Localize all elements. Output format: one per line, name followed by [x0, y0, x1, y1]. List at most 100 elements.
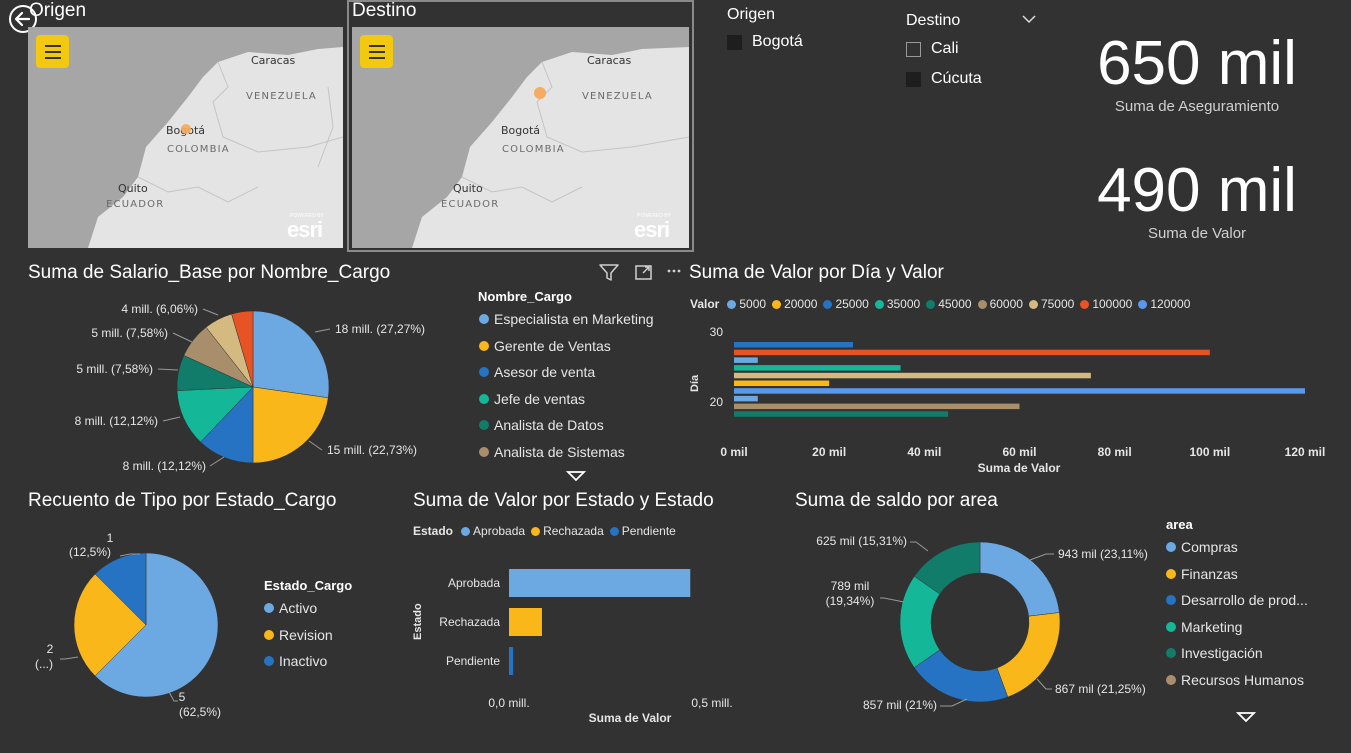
donut-area-slice-1[interactable]	[996, 612, 1061, 698]
bar-dia-legend-item[interactable]: 35000	[874, 297, 920, 311]
bar-dia-bar[interactable]	[734, 357, 758, 363]
donut-area-legend-label: Desarrollo de prod...	[1181, 592, 1308, 608]
donut-area-chart[interactable]: 943 mil (23,11%) 867 mil (21,25%) 857 mil …	[780, 518, 1160, 733]
map-origen-point[interactable]	[179, 122, 193, 136]
pie-salario-data-label: 18 mill. (27,27%)	[335, 322, 425, 336]
bar-estado-title: Suma de Valor por Estado y Estado	[413, 490, 714, 511]
checkbox-icon[interactable]	[727, 34, 742, 50]
bar-dia-bar[interactable]	[734, 342, 853, 348]
bar-dia-legend-item[interactable]: 120000	[1138, 297, 1190, 311]
donut-area-data-label: 857 mil (21%)	[863, 698, 937, 712]
bar-dia-legend-item[interactable]: 60000	[977, 297, 1023, 311]
slicer-destino-item-label: Cúcuta	[931, 70, 982, 87]
bar-dia-legend-item[interactable]: 100000	[1080, 297, 1132, 311]
legend-dot-icon	[479, 420, 489, 430]
bar-estado-legend-item[interactable]: Aprobada	[461, 524, 525, 538]
slicer-origen-title: Origen	[727, 6, 776, 23]
pie-salario-legend-label: Gerente de Ventas	[494, 337, 611, 354]
bar-dia-x-tick: 60 mil	[1002, 445, 1036, 459]
map-destino[interactable]: Caracas VENEZUELA Bogotá COLOMBIA Quito …	[352, 27, 689, 248]
pie-salario-legend-item[interactable]: Jefe de ventas	[479, 391, 585, 407]
pie-salario-slice-1[interactable]	[252, 386, 329, 464]
kpi-valor-label: Suma de Valor	[1147, 225, 1247, 242]
bar-estado-bar[interactable]	[509, 608, 542, 636]
legend-dot-icon	[479, 340, 489, 351]
bar-estado-bar[interactable]	[509, 647, 514, 675]
legend-dot-icon	[479, 446, 489, 457]
bar-dia-legend-item[interactable]: 25000	[823, 297, 869, 311]
pie-salario-legend-item[interactable]: Gerente de Ventas	[479, 338, 611, 354]
bar-dia-bar[interactable]	[734, 411, 949, 417]
bar-dia-legend-item[interactable]: 45000	[926, 297, 972, 311]
bar-dia-legend-item[interactable]: 20000	[772, 297, 817, 311]
more-options-icon[interactable]	[666, 267, 682, 275]
pie-estado-cargo-chart[interactable]: 5(62,5%) 2(...) 1(12,5%)	[0, 518, 260, 733]
pie-salario-legend-item[interactable]: Analista de Datos	[479, 417, 604, 433]
pie-estado-cargo-legend-item[interactable]: Inactivo	[264, 653, 327, 669]
donut-area-legend-item[interactable]: Desarrollo de prod...	[1166, 592, 1308, 608]
pie-salario-chart[interactable]: 18 mill. (27,27%) 15 mill. (22,73%) 8 mill…	[0, 290, 470, 480]
pie-salario-legend-label: Jefe de ventas	[494, 390, 586, 407]
donut-area-legend-item[interactable]: Recursos Humanos	[1166, 672, 1304, 688]
checkbox-icon[interactable]	[906, 71, 921, 87]
bar-dia-title: Suma de Valor por Día y Valor	[689, 262, 944, 283]
slicer-destino-item[interactable]: Cúcuta	[906, 70, 982, 88]
legend-dot-icon	[926, 299, 936, 309]
bar-dia-legend-item[interactable]: 5000	[727, 297, 766, 311]
map-origen[interactable]: Caracas VENEZUELA Bogotá COLOMBIA Quito …	[28, 27, 343, 248]
bar-estado-bar[interactable]	[509, 569, 691, 597]
focus-mode-icon[interactable]	[634, 263, 654, 281]
legend-dot-icon	[1166, 595, 1176, 605]
pie-salario-legend-item[interactable]: Asesor de venta	[479, 364, 595, 380]
donut-area-legend-item[interactable]: Finanzas	[1166, 566, 1238, 582]
slicer-destino-item[interactable]: Cali	[906, 40, 959, 58]
bar-estado-legend-item[interactable]: Pendiente	[609, 524, 676, 538]
checkbox-icon[interactable]	[906, 41, 921, 57]
bar-estado-legend-item[interactable]: Rechazada	[531, 524, 604, 538]
bar-estado-chart[interactable]: Aprobada Rechazada Pendiente Estado 0,0 mill…	[405, 545, 765, 730]
map-destino-menu-button[interactable]	[360, 35, 393, 68]
legend-dot-icon	[1166, 621, 1176, 632]
donut-area-legend-item[interactable]: Investigación	[1166, 645, 1263, 661]
bar-dia-legend-label: 120000	[1150, 297, 1191, 311]
filter-icon[interactable]	[598, 262, 620, 282]
bar-dia-bar[interactable]	[734, 395, 758, 402]
legend-dot-icon	[823, 299, 833, 309]
pie-salario-leader-line	[157, 368, 179, 371]
bar-dia-legend-label: 25000	[835, 297, 869, 311]
bar-dia-legend-label: 60000	[989, 297, 1023, 311]
pie-estado-cargo-legend-item[interactable]: Activo	[264, 600, 317, 616]
bar-dia-legend-label: 45000	[938, 297, 972, 311]
map-origen-menu-button[interactable]	[36, 35, 69, 68]
pie-salario-legend-label: Analista de Sistemas	[494, 443, 625, 460]
bar-dia-bar[interactable]	[734, 403, 1020, 410]
pie-estado-cargo-legend-item[interactable]: Revision	[264, 627, 333, 643]
bar-dia-chart[interactable]: 30 20 Día 0 mil 20 mil 40 mil 60 mil 80 mil 100 …	[680, 315, 1345, 480]
donut-area-legend-item[interactable]: Marketing	[1166, 619, 1242, 635]
bar-dia-legend-item[interactable]: 75000	[1028, 297, 1074, 311]
donut-area-legend-item[interactable]: Compras	[1166, 539, 1238, 555]
bar-dia-bar[interactable]	[734, 388, 1305, 394]
slicer-origen-item-label: Bogotá	[752, 33, 803, 50]
bar-dia-bar[interactable]	[734, 349, 1210, 356]
map-destino-point[interactable]	[532, 85, 548, 101]
map-origen-country-colombia: COLOMBIA	[167, 144, 230, 155]
pie-salario-leader-line	[162, 416, 181, 422]
legend-dot-icon	[1166, 542, 1176, 552]
pie-salario-legend-label: Especialista en Marketing	[494, 311, 654, 327]
bar-estado-category-label: Aprobada	[448, 576, 500, 590]
bar-dia-bar[interactable]	[734, 365, 901, 371]
donut-area-slice-0[interactable]	[979, 541, 1060, 617]
legend-dot-icon	[264, 656, 274, 666]
bar-dia-bar[interactable]	[734, 380, 830, 387]
slicer-origen-item[interactable]: Bogotá	[727, 33, 803, 51]
donut-area-legend-label: Investigación	[1181, 645, 1263, 661]
pie-salario-legend-item[interactable]: Analista de Sistemas	[479, 444, 625, 460]
pie-salario-leader-line	[308, 440, 323, 451]
legend-scroll-down-icon[interactable]	[566, 470, 586, 482]
chevron-down-icon[interactable]	[1022, 14, 1036, 24]
pie-salario-slice-0[interactable]	[252, 310, 330, 399]
pie-salario-legend-item[interactable]: Especialista en Marketing	[479, 311, 654, 327]
legend-scroll-down-icon[interactable]	[1236, 711, 1256, 723]
bar-dia-bar[interactable]	[734, 372, 1091, 379]
